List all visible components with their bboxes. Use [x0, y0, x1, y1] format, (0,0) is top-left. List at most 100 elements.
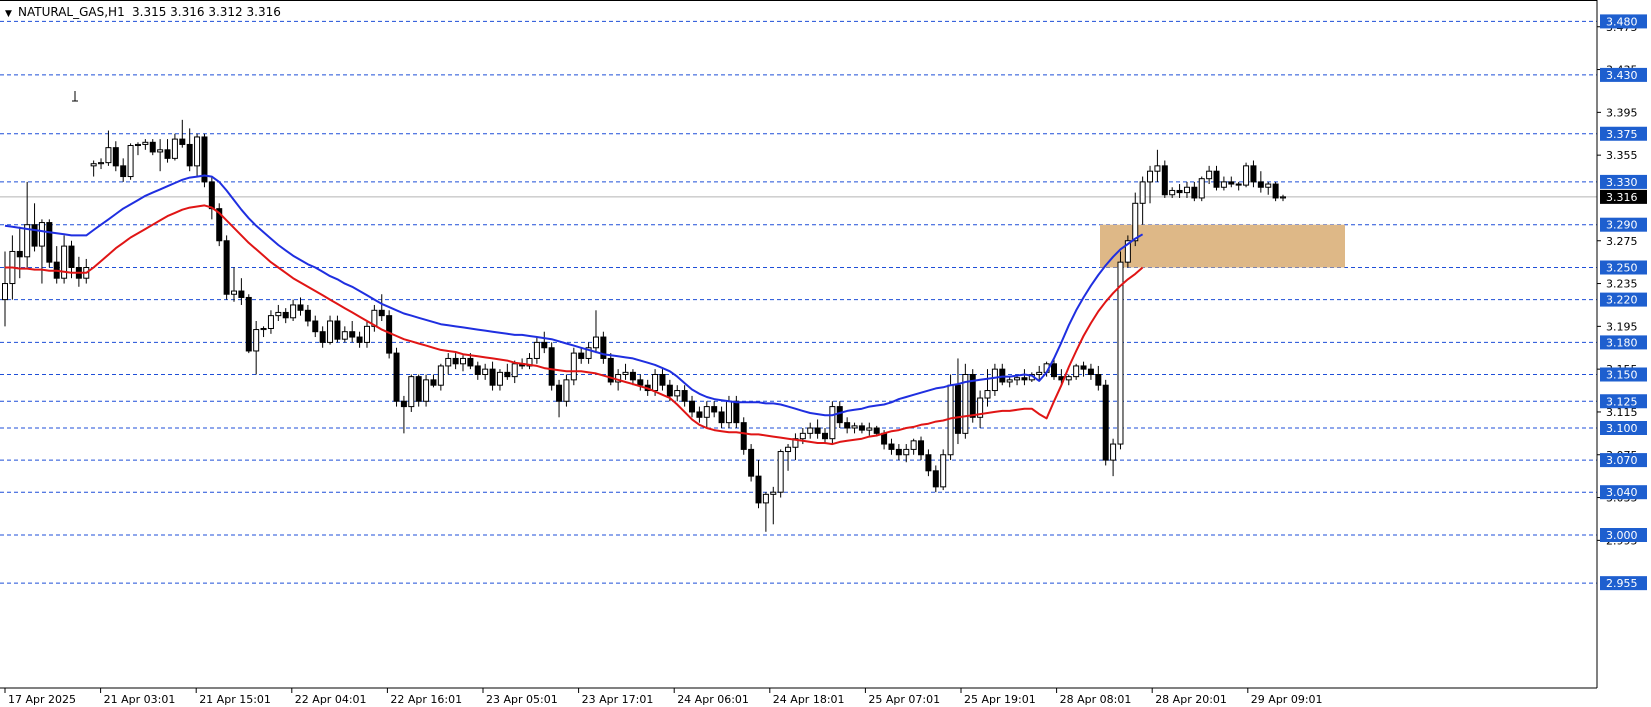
candle-body-down — [1257, 181, 1264, 188]
candle-body-up — [253, 329, 260, 352]
candle-body-up — [105, 147, 112, 164]
candle-body-down — [999, 368, 1006, 383]
candle-body-down — [297, 304, 304, 311]
candle-body-down — [578, 352, 585, 359]
time-tick-label: 28 Apr 08:01 — [1060, 693, 1132, 706]
level-price-tag: 3.290 — [1600, 217, 1647, 232]
candle-body-down — [164, 149, 171, 159]
candle-body-up — [1206, 170, 1213, 180]
candle[interactable] — [740, 417, 747, 455]
time-tick-label: 24 Apr 06:01 — [677, 693, 749, 706]
candle-body-up — [341, 331, 348, 340]
candle[interactable] — [408, 374, 415, 412]
candle-body-down — [312, 320, 319, 333]
candle[interactable] — [127, 143, 134, 180]
level-price-tag: 3.180 — [1600, 335, 1647, 350]
candle[interactable] — [748, 444, 755, 482]
candle-body-up — [799, 432, 806, 440]
time-tick-label: 21 Apr 15:01 — [199, 693, 271, 706]
candle-body-up — [1220, 181, 1227, 188]
level-tag-label: 3.220 — [1606, 294, 1638, 307]
candle[interactable] — [245, 294, 252, 354]
level-price-tag: 3.375 — [1600, 126, 1647, 141]
time-tick-label: 23 Apr 05:01 — [486, 693, 558, 706]
chart-background — [0, 0, 1651, 707]
candle-body-down — [430, 379, 437, 386]
price-tick-label: 3.355 — [1606, 149, 1638, 162]
time-tick-label: 22 Apr 16:01 — [390, 693, 462, 706]
candle-body-up — [674, 390, 681, 397]
candle-body-up — [910, 440, 917, 450]
candle-body-down — [223, 240, 230, 295]
candle-body-down — [836, 406, 843, 424]
candle-body-down — [541, 341, 548, 349]
candle-body-down — [740, 422, 747, 450]
candle[interactable] — [962, 363, 969, 439]
candle[interactable] — [829, 401, 836, 445]
candle-body-up — [511, 363, 518, 378]
candle-body-down — [1235, 183, 1242, 186]
chart-window: 3.4753.4353.3953.3553.2753.2353.1953.155… — [0, 0, 1651, 707]
candle-body-up — [785, 446, 792, 453]
candle-body-down — [888, 443, 895, 450]
candle-body-down — [16, 250, 23, 258]
candle-body-down — [1021, 377, 1028, 381]
candle[interactable] — [1272, 181, 1279, 202]
candle-body-down — [1191, 186, 1198, 199]
menu-triangle-icon[interactable]: ▼ — [5, 9, 12, 19]
candle[interactable] — [777, 449, 784, 498]
level-price-tag: 3.150 — [1600, 367, 1647, 382]
level-price-tag: 3.000 — [1600, 528, 1647, 542]
candle-body-up — [1065, 376, 1072, 381]
candle[interactable] — [570, 347, 577, 386]
candle-body-up — [777, 451, 784, 493]
candle-body-down — [918, 440, 925, 456]
candle[interactable] — [201, 133, 208, 188]
candle-body-down — [489, 368, 496, 386]
time-tick-label: 24 Apr 18:01 — [773, 693, 845, 706]
candle-body-down — [1272, 183, 1279, 199]
candle-body-up — [1243, 165, 1250, 186]
level-tag-label: 3.150 — [1606, 369, 1638, 382]
candle[interactable] — [940, 449, 947, 491]
candle[interactable] — [393, 347, 400, 407]
candle-body-up — [533, 341, 540, 359]
level-price-tag: 3.070 — [1600, 453, 1647, 468]
candle-body-up — [445, 357, 452, 367]
candle-body-down — [895, 448, 902, 456]
candle-body-down — [400, 400, 407, 408]
candle-body-up — [1006, 379, 1013, 383]
candle[interactable] — [223, 235, 230, 300]
candle-body-down — [415, 376, 422, 402]
candle[interactable] — [216, 203, 223, 247]
candle[interactable] — [1117, 251, 1124, 450]
candle[interactable] — [1243, 162, 1250, 188]
candle-body-up — [829, 406, 836, 440]
candle[interactable] — [1161, 160, 1168, 198]
candle-body-up — [408, 376, 415, 408]
candle[interactable] — [1102, 379, 1109, 466]
candle[interactable] — [46, 219, 53, 268]
candle-body-up — [61, 245, 68, 279]
candle-body-down — [68, 245, 75, 269]
candle-body-down — [814, 427, 821, 434]
candle-body-down — [1050, 363, 1057, 378]
candle[interactable] — [1198, 176, 1205, 202]
level-price-tag: 3.250 — [1600, 260, 1647, 275]
time-tick-label: 17 Apr 2025 — [8, 693, 76, 706]
candle-body-up — [866, 427, 873, 431]
candle-body-down — [378, 309, 385, 317]
candle-body-down — [681, 390, 688, 402]
candle[interactable] — [548, 342, 555, 391]
current-tag-label: 3.316 — [1606, 191, 1638, 204]
candle-body-up — [327, 320, 334, 343]
candle-body-down — [112, 147, 119, 167]
candle-body-down — [474, 365, 481, 376]
candle-body-up — [194, 136, 201, 167]
candle-body-down — [31, 224, 38, 247]
candle-body-up — [903, 448, 910, 456]
price-chart[interactable]: 3.4753.4353.3953.3553.2753.2353.1953.155… — [0, 0, 1651, 707]
candle-body-up — [127, 145, 134, 178]
time-tick-label: 23 Apr 17:01 — [582, 693, 654, 706]
candle-body-up — [1036, 371, 1043, 375]
